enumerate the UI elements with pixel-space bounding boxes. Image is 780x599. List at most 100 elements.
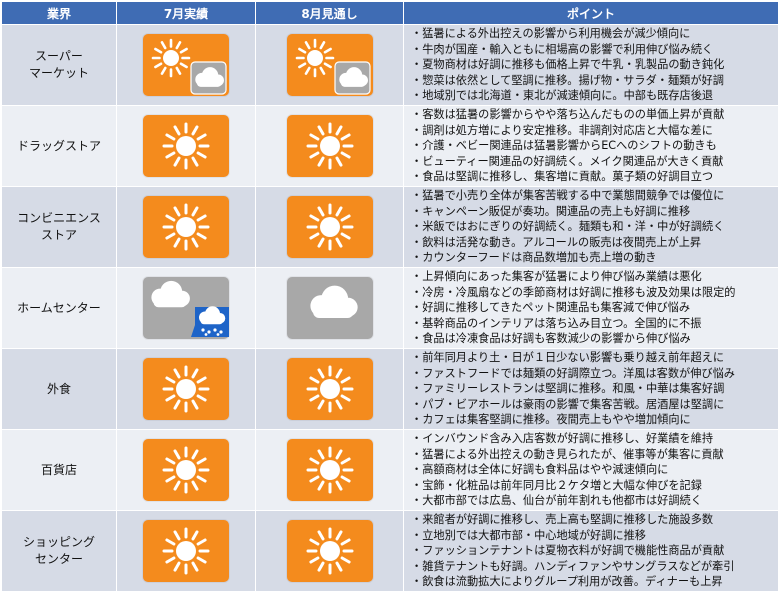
- point-item: ・ファミリーレストランは堅調に推移。和風・中華は集客好調: [411, 382, 725, 396]
- point-item: ・パブ・ビアホールは豪雨の影響で集客苦戦。居酒屋は堅調に: [411, 397, 725, 411]
- point-item: ・食品は堅調に推移し、集客増に貢献。菓子類の好調目立つ: [411, 170, 714, 184]
- august-forecast-cell: [255, 267, 404, 349]
- point-item: ・地域別では北海道・東北が減速傾向に。中部も既存店後退: [411, 89, 714, 103]
- points-cell: ・前年同月より土・日が１日少ない影響も乗り越え前年超えに ・ファストフードでは麺類…: [403, 348, 779, 430]
- sunny-icon: [286, 115, 373, 177]
- point-item: ・介護・ベビー関連品は猛暑影響からECへのシフトの動きも: [411, 139, 717, 153]
- industry-name-line2: センター: [34, 552, 83, 566]
- point-item: ・高額商材は全体に好調も食料品はやや減速傾向に: [411, 463, 669, 477]
- table-row: ホームセンター ・上昇傾向にあった集客が猛暑により伸び悩み業績は悪化 ・冷房・冷風扇…: [1, 267, 779, 349]
- point-item: ・立地別では大都市部・中心地域が好調に推移: [411, 528, 646, 542]
- point-item: ・上昇傾向にあった集客が猛暑により伸び悩み業績は悪化: [411, 270, 702, 284]
- industry-cell: コンビニエンス ストア: [1, 186, 117, 268]
- sunny-icon: [143, 196, 229, 258]
- table-row: コンビニエンス ストア ・猛暑で小売り全体が集客苦戦する中で業態間競争では優位に ・キ…: [1, 186, 779, 268]
- industry-name-line1: 外食: [46, 381, 71, 396]
- point-item: ・米飯ではおにぎりの好調続く。麺類も和・洋・中が好調続く: [411, 220, 725, 234]
- point-item: ・カウンターフードは商品数増加も売上増の動き: [411, 251, 657, 265]
- point-item: ・猛暑による外出控えの影響から利用機会が減少傾向に: [411, 27, 691, 41]
- august-forecast-cell: [255, 24, 404, 106]
- point-item: ・調剤は処方増により安定推移。非調剤対応店と大幅な差に: [411, 123, 713, 137]
- point-item: ・キャンペーン販促が奏功。関連品の売上も好調に推移: [411, 204, 691, 218]
- point-item: ・ファストフードでは麺類の好調際立つ。洋風は客数が伸び悩み: [411, 366, 735, 380]
- header-july: 7月実績: [116, 1, 256, 25]
- sunny-icon: [286, 520, 373, 582]
- industry-cell: ホームセンター: [1, 267, 117, 349]
- table-row: 百貨店 ・インバウンド含み入店客数が好調に推移し、好業績を維持 ・猛暑による外出控え…: [1, 429, 779, 511]
- point-item: ・惣菜は依然として堅調に推移。揚げ物・サラダ・麺類が好調: [411, 73, 724, 87]
- july-result-cell: [116, 105, 256, 187]
- points-cell: ・来館者が好調に推移し、売上高も堅調に推移した施設多数 ・立地別では大都市部・中心…: [403, 510, 779, 592]
- point-item: ・夏物商材は好調に推移も価格上昇で牛乳・乳製品の動き鈍化: [411, 58, 725, 72]
- industry-cell: 百貨店: [1, 429, 117, 511]
- sunny-with-cloud-icon: [143, 34, 229, 96]
- sunny-icon: [286, 196, 373, 258]
- point-item: ・来館者が好調に推移し、売上高も堅調に推移した施設多数: [411, 513, 714, 527]
- cloudy-with-rain-icon: [143, 277, 229, 339]
- august-forecast-cell: [255, 348, 404, 430]
- sunny-icon: [143, 520, 229, 582]
- point-item: ・カフェは集客堅調に推移。夜間売上もやや増加傾向に: [411, 413, 691, 427]
- august-forecast-cell: [255, 186, 404, 268]
- table-row: スーパーマーケット ・猛暑による外出控えの影響から利用機会が減少傾向に ・牛肉が国産…: [1, 24, 779, 106]
- industry-name-line1: コンビニエンス: [17, 211, 101, 225]
- industry-cell: ショッピング センター: [1, 510, 117, 592]
- industry-cell: スーパー マーケット: [1, 24, 117, 106]
- july-result-cell: [116, 267, 256, 349]
- cloudy-icon: [286, 277, 373, 339]
- industry-name-line1: ホームセンター: [17, 300, 101, 315]
- august-forecast-cell: [255, 510, 404, 592]
- point-item: ・ビューティー関連品の好調続く。メイク関連品が大きく貢献: [411, 154, 724, 168]
- sunny-with-cloud-icon: [286, 34, 373, 96]
- july-result-cell: [116, 24, 256, 106]
- header-august: 8月見通し: [255, 1, 404, 25]
- header-row: 業界 7月実績 8月見通し ポイント: [1, 1, 779, 25]
- sunny-icon: [286, 358, 373, 420]
- point-item: ・猛暑による外出控えの動き見られたが、催事等が集客に貢献: [411, 447, 724, 461]
- industry-name-line1: ショッピング: [22, 535, 95, 549]
- industry-cell: ドラッグストア: [1, 105, 117, 187]
- point-item: ・基幹商品のインテリアは落ち込み目立つ。全国的に不振: [411, 316, 702, 330]
- points-cell: ・猛暑による外出控えの影響から利用機会が減少傾向に ・牛肉が国産・輸入ともに相場高…: [403, 24, 779, 106]
- industry-name-line2: マーケット: [28, 66, 89, 80]
- point-item: ・好調に推移してきたペット関連品も集客減で伸び悩み: [411, 301, 691, 315]
- august-forecast-cell: [255, 429, 404, 511]
- points-cell: ・客数は猛暑の影響からやや落ち込んだものの単価上昇が貢献 ・調剤は処方増により安定…: [403, 105, 779, 187]
- table-row: ショッピング センター ・来館者が好調に推移し、売上高も堅調に推移した施設多数 ・立地…: [1, 510, 779, 592]
- point-item: ・前年同月より土・日が１日少ない影響も乗り越え前年超えに: [411, 351, 725, 365]
- point-item: ・飲食は流動拡大によりグループ利用が改善。ディナーも上昇: [411, 575, 723, 589]
- sunny-icon: [143, 115, 229, 177]
- table-body: スーパーマーケット ・猛暑による外出控えの影響から利用機会が減少傾向に ・牛肉が国産…: [1, 24, 779, 592]
- july-result-cell: [116, 348, 256, 430]
- points-cell: ・インバウンド含み入店客数が好調に推移し、好業績を維持 ・猛暑による外出控えの動き…: [403, 429, 779, 511]
- point-item: ・猛暑で小売り全体が集客苦戦する中で業態間競争では優位に: [411, 189, 725, 203]
- industry-name-line1: スーパー: [35, 49, 83, 63]
- point-item: ・インバウンド含み入店客数が好調に推移し、好業績を維持: [411, 432, 714, 446]
- point-item: ・食品は冷凍食品は好調も客数減少の影響から伸び悩み: [411, 332, 691, 346]
- july-result-cell: [116, 510, 256, 592]
- industry-name-line1: 百貨店: [40, 462, 77, 477]
- point-item: ・ファッションテナントは夏物衣料が好調で機能性商品が貢献: [411, 544, 725, 558]
- industry-name-line1: ドラッグストア: [16, 138, 101, 153]
- table-row: 外食 ・前年同月より土・日が１日少ない影響も乗り越え前年超えに ・ファストフードでは…: [1, 348, 779, 430]
- july-result-cell: [116, 186, 256, 268]
- industry-cell: 外食: [1, 348, 117, 430]
- august-forecast-cell: [255, 105, 404, 187]
- point-item: ・冷房・冷風扇などの季節商材は好調に推移も波及効果は限定的: [411, 285, 736, 299]
- header-points: ポイント: [403, 1, 779, 25]
- point-item: ・宝飾・化粧品は前年同月比２ケタ増と大幅な伸びを記録: [411, 478, 702, 492]
- point-item: ・雑貨テナントも好調。ハンディファンやサングラスなどが牽引: [411, 559, 735, 573]
- point-item: ・大都市部では広島、仙台が前年割れも他都市は好調続く: [411, 494, 702, 508]
- industry-name-line2: ストア: [40, 228, 77, 242]
- sunny-icon: [143, 358, 229, 420]
- header-industry: 業界: [1, 1, 117, 25]
- july-result-cell: [116, 429, 256, 511]
- table-row: ドラッグストア ・客数は猛暑の影響からやや落ち込んだものの単価上昇が貢献 ・調剤は処…: [1, 105, 779, 187]
- point-item: ・飲料は活発な動き。アルコールの販売は夜間売上が上昇: [411, 235, 702, 249]
- industry-forecast-table: 業界 7月実績 8月見通し ポイント スーパーマーケット ・猛暑による外出控えの影…: [1, 1, 779, 592]
- points-cell: ・上昇傾向にあった集客が猛暑により伸び悩み業績は悪化 ・冷房・冷風扇などの季節商材…: [403, 267, 779, 349]
- point-item: ・客数は猛暑の影響からやや落ち込んだものの単価上昇が貢献: [411, 108, 725, 122]
- point-item: ・牛肉が国産・輸入ともに相場高の影響で利用伸び悩み続く: [411, 42, 714, 56]
- sunny-icon: [143, 439, 229, 501]
- points-cell: ・猛暑で小売り全体が集客苦戦する中で業態間競争では優位に ・キャンペーン販促が奏功…: [403, 186, 779, 268]
